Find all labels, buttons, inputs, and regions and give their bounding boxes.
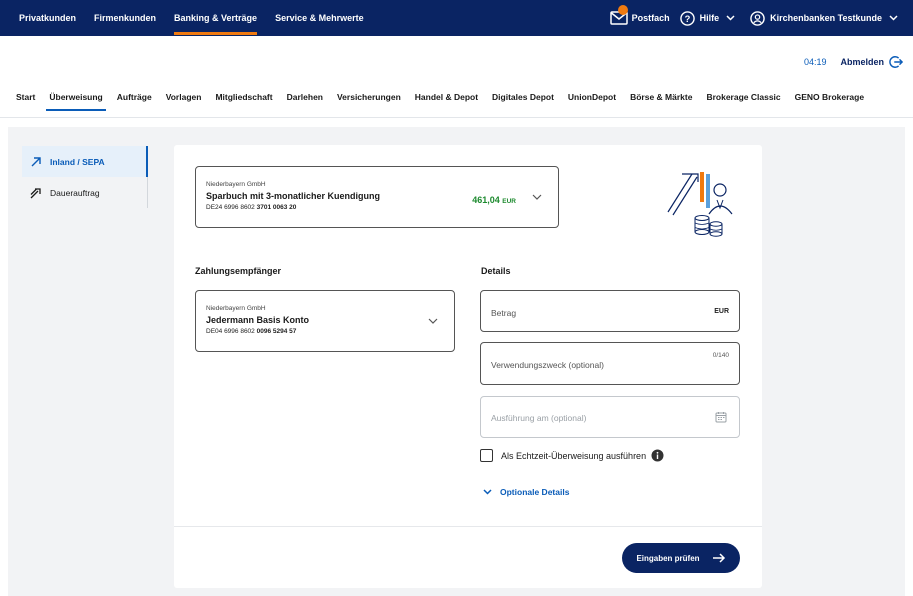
source-account-name: Sparbuch mit 3-monatlicher Kuendigung [206, 191, 381, 201]
hilfe-menu[interactable]: ? Hilfe [679, 10, 741, 26]
user-menu[interactable]: Kirchenbanken Testkunde [750, 10, 903, 26]
instant-transfer-checkbox[interactable] [480, 449, 493, 462]
subnav-digitales-depot[interactable]: Digitales Depot [492, 92, 554, 111]
notification-dot [617, 5, 628, 15]
card-footer-divider [174, 526, 762, 527]
user-icon [750, 10, 765, 26]
source-account-balance: 461,04 EUR [472, 195, 516, 205]
subnav-uniondepot[interactable]: UnionDepot [568, 92, 616, 111]
check-inputs-label: Eingaben prüfen [636, 553, 700, 563]
top-bar: Privatkunden Firmenkunden Banking & Vert… [0, 0, 913, 36]
topnav-banking-vertraege[interactable]: Banking & Verträge [174, 0, 258, 36]
purpose-placeholder: Verwendungszweck (optional) [491, 360, 604, 370]
source-account-info: Niederbayern GmbH Sparbuch mit 3-monatli… [206, 181, 380, 211]
amount-input[interactable]: Betrag EUR [480, 290, 740, 332]
subnav-brokerage-classic[interactable]: Brokerage Classic [706, 92, 780, 111]
source-account-iban: DE24 6996 8602 3701 0063 20 [206, 204, 297, 211]
user-name: Kirchenbanken Testkunde [770, 13, 882, 23]
check-inputs-button[interactable]: Eingaben prüfen [622, 543, 740, 573]
chevron-down-icon [532, 194, 542, 200]
session-bar: 04:19 Abmelden [804, 55, 903, 69]
transfer-illustration [667, 172, 733, 237]
amount-placeholder: Betrag [491, 308, 517, 318]
topnav-firmenkunden[interactable]: Firmenkunden [94, 0, 156, 36]
source-bank-name: Niederbayern GmbH [206, 181, 266, 188]
topnav-service-mehrwerte[interactable]: Service & Mehrwerte [275, 0, 364, 36]
postfach-button[interactable]: Postfach [609, 5, 670, 25]
optional-details-toggle[interactable]: Optionale Details [483, 487, 569, 497]
recipient-account-name: Jedermann Basis Konto [206, 315, 310, 325]
transfer-type-sidebar: Inland / SEPA Dauerauftrag [22, 146, 148, 208]
execution-date-input[interactable]: Ausführung am (optional) [480, 396, 740, 438]
subnav-start[interactable]: Start [16, 92, 35, 111]
recipient-select[interactable]: Niederbayern GmbH Jedermann Basis Konto … [195, 290, 455, 352]
mail-icon [609, 5, 628, 25]
hilfe-label: Hilfe [699, 13, 720, 23]
sidebar-item-dauerauftrag[interactable]: Dauerauftrag [22, 177, 148, 208]
logout-button[interactable]: Abmelden [840, 55, 903, 69]
logout-label: Abmelden [840, 57, 884, 67]
instant-transfer-label: Als Echtzeit-Überweisung ausführen [501, 450, 647, 461]
instant-transfer-option: Als Echtzeit-Überweisung ausführen [480, 449, 664, 462]
optional-details-label: Optionale Details [500, 487, 570, 497]
sidebar-item-inland-sepa[interactable]: Inland / SEPA [22, 146, 148, 177]
subnav-auftraege[interactable]: Aufträge [117, 92, 152, 111]
amount-currency: EUR [714, 308, 729, 315]
execution-date-placeholder: Ausführung am (optional) [491, 413, 587, 423]
subnav-mitgliedschaft[interactable]: Mitgliedschaft [215, 92, 272, 111]
logout-icon [889, 56, 903, 68]
top-right-tools: Postfach ? Hilfe Kirchenbanken Testkunde [609, 0, 913, 36]
subnav-geno-brokerage[interactable]: GENO Brokerage [795, 92, 864, 111]
chevron-down-icon [428, 318, 438, 324]
subnav-handel-depot[interactable]: Handel & Depot [415, 92, 478, 111]
subnav-ueberweisung[interactable]: Überweisung [46, 92, 107, 111]
details-section-title: Details [481, 266, 511, 276]
session-timer: 04:19 [803, 57, 827, 67]
subnav-divider [0, 117, 913, 118]
subnav-versicherungen[interactable]: Versicherungen [337, 92, 401, 111]
sidebar-item-label: Dauerauftrag [50, 187, 100, 198]
chevron-down-icon [726, 15, 735, 21]
recipient-section-title: Zahlungsempfänger [195, 266, 282, 276]
subnav-darlehen[interactable]: Darlehen [287, 92, 323, 111]
recipient-info: Niederbayern GmbH Jedermann Basis Konto … [206, 305, 309, 335]
sidebar-item-label: Inland / SEPA [50, 156, 105, 167]
help-icon: ? [679, 10, 695, 26]
chevron-down-icon [889, 15, 898, 21]
recipient-account-iban: DE04 6996 8602 0096 5294 57 [206, 328, 297, 335]
postfach-label: Postfach [631, 13, 670, 23]
purpose-char-counter: 0/140 [712, 352, 729, 359]
svg-text:?: ? [684, 13, 690, 23]
purpose-input[interactable]: 0/140 Verwendungszweck (optional) [480, 342, 740, 385]
source-account-select[interactable]: Niederbayern GmbH Sparbuch mit 3-monatli… [195, 166, 559, 228]
subnav-boerse-maerkte[interactable]: Börse & Märkte [630, 92, 692, 111]
subnav-vorlagen[interactable]: Vorlagen [166, 92, 202, 111]
chevron-down-icon [483, 489, 492, 495]
double-arrow-up-right-icon [30, 187, 41, 198]
info-icon[interactable] [651, 449, 664, 462]
recipient-bank-name: Niederbayern GmbH [206, 305, 266, 312]
sub-navigation: Start Überweisung Aufträge Vorlagen Mitg… [16, 92, 878, 118]
top-navigation: Privatkunden Firmenkunden Banking & Vert… [10, 0, 373, 36]
topnav-privatkunden[interactable]: Privatkunden [19, 0, 76, 36]
arrow-right-icon [712, 553, 725, 563]
arrow-up-right-icon [31, 156, 41, 166]
calendar-icon[interactable] [715, 411, 727, 423]
